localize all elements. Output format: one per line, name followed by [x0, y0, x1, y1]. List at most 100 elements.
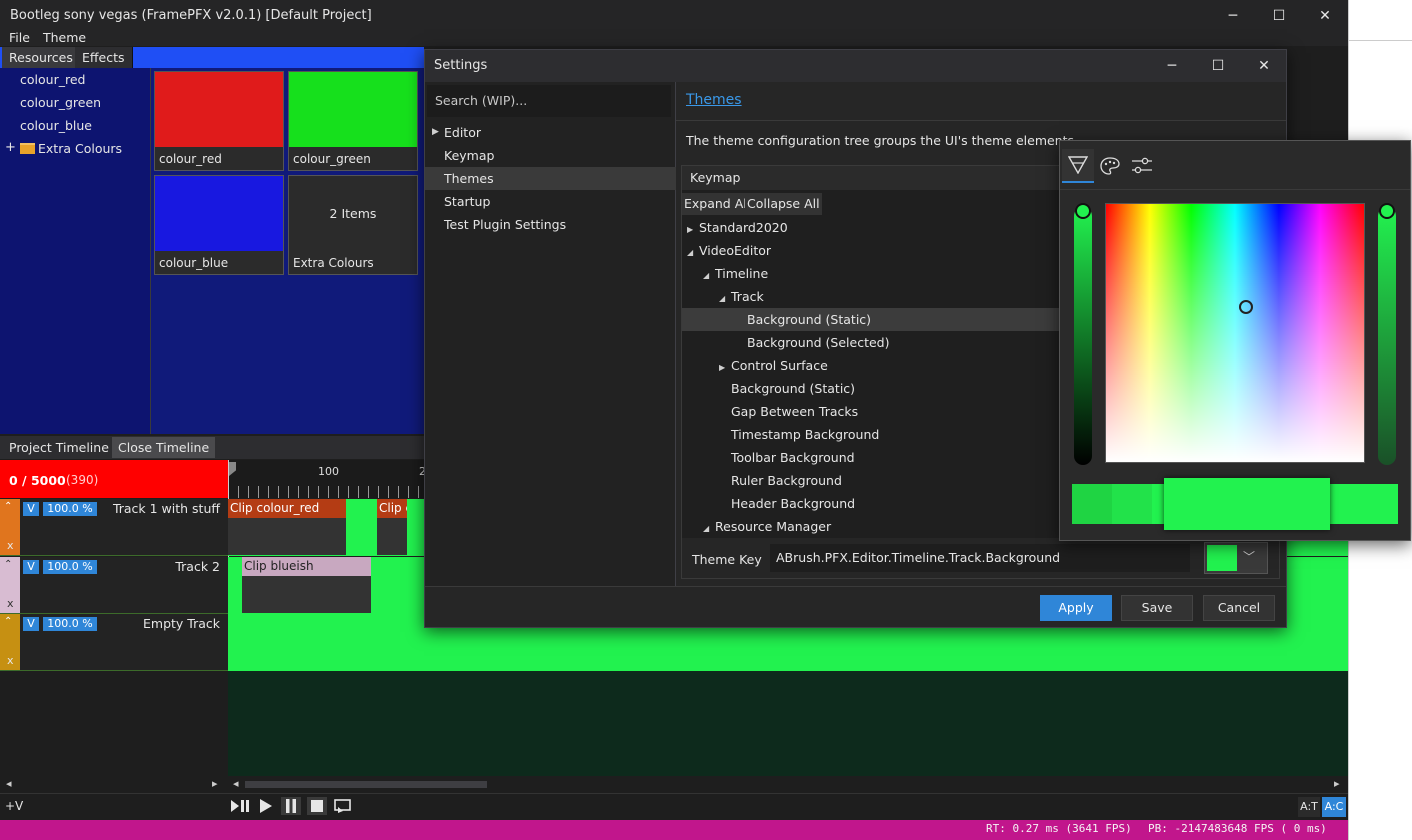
expand-arrow-icon[interactable]: ▶: [432, 121, 439, 144]
resource-item-colour-blue[interactable]: colour_blue: [20, 118, 92, 133]
nav-item-startup[interactable]: Startup: [425, 190, 676, 213]
timeline-empty-area[interactable]: [228, 671, 1348, 776]
auto-timeline-toggle[interactable]: A:T: [1298, 797, 1320, 817]
scroll-left-icon[interactable]: ◂: [233, 777, 239, 790]
play-icon[interactable]: [256, 797, 276, 815]
clip[interactable]: Clip colour_red: [228, 499, 346, 555]
menu-file[interactable]: File: [9, 30, 30, 45]
track-opacity[interactable]: 100.0 %: [43, 617, 97, 631]
close-button[interactable]: ✕: [1302, 0, 1348, 32]
scroll-right-icon[interactable]: ▸: [1334, 777, 1340, 790]
expanded-arrow-icon[interactable]: ◢: [703, 264, 715, 287]
play-pause-icon[interactable]: [230, 797, 250, 815]
resource-item-extra-colours[interactable]: Extra Colours: [38, 141, 122, 156]
apply-button[interactable]: Apply: [1040, 595, 1112, 621]
expand-icon[interactable]: +: [5, 140, 16, 155]
nav-item-themes[interactable]: Themes: [425, 167, 676, 190]
track-header[interactable]: ⌃ V 100.0 % Empty Track x: [0, 614, 228, 671]
expanded-arrow-icon[interactable]: ◢: [703, 517, 715, 540]
chevron-down-icon[interactable]: ﹀: [1243, 548, 1255, 565]
menu-bar: [0, 32, 1348, 46]
history-swatch[interactable]: [1072, 484, 1112, 524]
track-delete-button[interactable]: x: [7, 654, 14, 667]
resource-item-colour-red[interactable]: colour_red: [20, 72, 85, 87]
spectrum-icon[interactable]: [1062, 149, 1094, 183]
track-delete-button[interactable]: x: [7, 539, 14, 552]
track-visible-toggle[interactable]: V: [23, 560, 39, 574]
resource-tile-colour-blue[interactable]: colour_blue: [154, 175, 284, 275]
track-visible-toggle[interactable]: V: [23, 617, 39, 631]
expanded-arrow-icon[interactable]: ◢: [687, 241, 699, 264]
resource-item-colour-green[interactable]: colour_green: [20, 95, 101, 110]
settings-close-button[interactable]: ✕: [1241, 50, 1287, 82]
theme-colour-dropdown[interactable]: ﹀: [1204, 542, 1268, 574]
collapse-icon[interactable]: ⌃: [4, 559, 12, 570]
tile-label: colour_red: [159, 152, 222, 166]
scroll-thumb[interactable]: [245, 781, 487, 788]
track-delete-button[interactable]: x: [7, 597, 14, 610]
settings-search-input[interactable]: Search (WIP)...: [427, 85, 671, 117]
alpha-slider[interactable]: [1378, 203, 1396, 465]
tree-node-label: Toolbar Background: [731, 450, 855, 465]
tree-node-label: Timestamp Background: [731, 427, 880, 442]
settings-maximize-button[interactable]: ☐: [1195, 50, 1241, 82]
cancel-button[interactable]: Cancel: [1203, 595, 1275, 621]
nav-item-editor[interactable]: ▶ Editor: [425, 121, 676, 144]
colour-picker-popup: [1059, 140, 1411, 541]
track-opacity[interactable]: 100.0 %: [43, 502, 97, 516]
close-timeline-button[interactable]: Close Timeline: [112, 437, 216, 458]
track-header[interactable]: ⌃ V 100.0 % Track 1 with stuff x: [0, 499, 228, 556]
scroll-left-icon[interactable]: ◂: [6, 777, 12, 790]
nav-item-keymap[interactable]: Keymap: [425, 144, 676, 167]
resource-tile-colour-green[interactable]: colour_green: [288, 71, 418, 171]
resource-tile-colour-red[interactable]: colour_red: [154, 71, 284, 171]
minimize-button[interactable]: ─: [1210, 0, 1256, 32]
settings-minimize-button[interactable]: ─: [1149, 50, 1195, 82]
tab-effects[interactable]: Effects: [75, 47, 133, 68]
timeline-scrollbar[interactable]: ◂ ▸: [228, 776, 1348, 792]
maximize-button[interactable]: ☐: [1256, 0, 1302, 32]
nav-item-test-plugin-settings[interactable]: Test Plugin Settings: [425, 213, 676, 236]
add-video-track-button[interactable]: +V: [5, 799, 23, 813]
history-swatch[interactable]: [1112, 484, 1152, 524]
resource-tile-extra-colours[interactable]: 2 Items Extra Colours: [288, 175, 418, 275]
track-name: Empty Track: [143, 616, 220, 631]
scroll-right-icon[interactable]: ▸: [212, 777, 218, 790]
tab-project-timeline[interactable]: Project Timeline: [9, 440, 109, 455]
auto-clip-toggle[interactable]: A:C: [1322, 797, 1346, 817]
slider-thumb[interactable]: [1379, 203, 1395, 219]
expanded-arrow-icon[interactable]: ◢: [719, 287, 731, 310]
theme-key-field[interactable]: ABrush.PFX.Editor.Timeline.Track.Backgro…: [770, 544, 1190, 572]
tile-label: Extra Colours: [293, 256, 374, 270]
slider-thumb[interactable]: [1075, 203, 1091, 219]
track-header-scrollbar[interactable]: ◂ ▸: [0, 776, 228, 792]
track-header[interactable]: ⌃ V 100.0 % Track 2 x: [0, 557, 228, 614]
page-title[interactable]: Themes: [686, 92, 742, 108]
clip[interactable]: Clip c: [377, 499, 407, 555]
spectrum-cursor[interactable]: [1239, 300, 1253, 314]
track-opacity[interactable]: 100.0 %: [43, 560, 97, 574]
sliders-icon[interactable]: [1126, 149, 1158, 183]
loop-icon[interactable]: [333, 797, 353, 815]
tree-node-label: Ruler Background: [731, 473, 842, 488]
collapsed-arrow-icon[interactable]: ▶: [719, 356, 731, 379]
playhead-icon[interactable]: [229, 462, 236, 476]
collapse-icon[interactable]: ⌃: [4, 501, 12, 512]
menu-theme[interactable]: Theme: [43, 30, 86, 45]
collapse-all-button[interactable]: Collapse All: [745, 193, 822, 215]
tab-resources[interactable]: Resources: [2, 47, 81, 68]
stop-icon[interactable]: [307, 797, 327, 815]
frame-counter-extra: (390): [66, 473, 99, 487]
save-button[interactable]: Save: [1121, 595, 1193, 621]
timeline-ruler[interactable]: 100 2: [228, 460, 426, 498]
collapse-icon[interactable]: ⌃: [4, 616, 12, 627]
palette-icon[interactable]: [1094, 149, 1126, 183]
brightness-slider[interactable]: [1074, 203, 1092, 465]
colour-spectrum[interactable]: [1105, 203, 1365, 463]
track-visible-toggle[interactable]: V: [23, 502, 39, 516]
collapsed-arrow-icon[interactable]: ▶: [687, 218, 699, 241]
pause-icon[interactable]: [281, 797, 301, 815]
clip[interactable]: Clip blueish: [242, 557, 371, 613]
expand-all-button[interactable]: Expand All: [682, 193, 753, 215]
ruler-ticks: [228, 486, 424, 498]
